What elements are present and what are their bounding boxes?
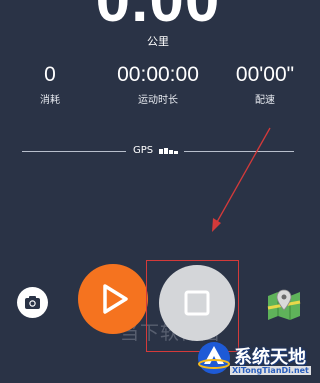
brand-url: XiTongTianDi.net <box>230 366 311 375</box>
annotation-arrow-icon <box>212 127 271 232</box>
brand-logo-icon <box>198 342 230 374</box>
